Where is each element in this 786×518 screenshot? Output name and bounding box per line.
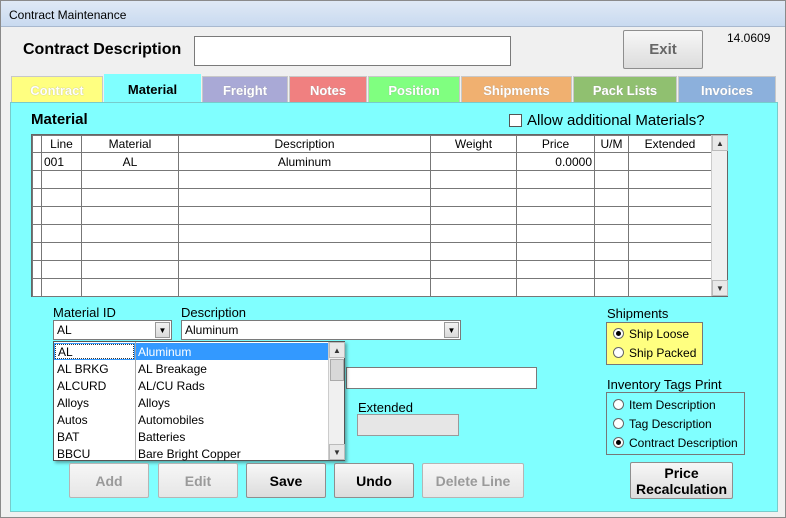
row-header-cell — [32, 135, 42, 153]
scroll-down-icon[interactable]: ▼ — [712, 280, 728, 296]
radio-icon[interactable] — [613, 418, 624, 429]
list-item[interactable]: Alloys Alloys — [54, 394, 328, 411]
chevron-down-icon[interactable]: ▼ — [444, 322, 459, 338]
description-combo[interactable]: Aluminum ▼ — [181, 320, 461, 340]
scroll-down-icon[interactable]: ▼ — [329, 444, 345, 460]
list-item[interactable]: ALCURD AL/CU Rads — [54, 377, 328, 394]
extended-label: Extended — [358, 400, 413, 415]
radio-icon[interactable] — [613, 347, 624, 358]
cell-weight[interactable] — [430, 152, 517, 171]
cell-um[interactable] — [594, 152, 629, 171]
title-bar: Contract Maintenance — [1, 1, 785, 27]
allow-additional-label: Allow additional Materials? — [527, 112, 705, 129]
contract-maintenance-window: Contract Maintenance Contract Descriptio… — [0, 0, 786, 518]
table-row[interactable] — [32, 170, 712, 189]
cell-material[interactable]: AL — [81, 152, 179, 171]
scroll-up-icon[interactable]: ▲ — [712, 135, 728, 151]
radio-selected-icon[interactable] — [613, 437, 624, 448]
col-header-material: Material — [81, 135, 179, 153]
extended-field — [357, 414, 459, 436]
col-header-line: Line — [41, 135, 82, 153]
material-grid[interactable]: Line Material Description Weight Price U… — [31, 134, 728, 297]
material-id-label: Material ID — [53, 305, 116, 320]
weight-field[interactable] — [346, 367, 537, 389]
undo-button[interactable]: Undo — [334, 463, 414, 498]
price-recalculation-button[interactable]: Price Recalculation — [630, 462, 733, 499]
tab-contract[interactable]: Contract — [11, 76, 103, 103]
table-row[interactable]: 001 AL Aluminum 0.0000 — [32, 152, 712, 171]
allow-additional-checkbox[interactable] — [509, 114, 522, 127]
contract-description-input[interactable] — [194, 36, 511, 66]
table-row[interactable] — [32, 188, 712, 207]
inventory-tags-label: Inventory Tags Print — [607, 377, 722, 392]
list-item[interactable]: AL BRKG AL Breakage — [54, 360, 328, 377]
edit-button[interactable]: Edit — [158, 463, 238, 498]
col-header-weight: Weight — [430, 135, 517, 153]
list-item[interactable]: AL Aluminum — [54, 343, 328, 360]
radio-icon[interactable] — [613, 399, 624, 410]
tab-freight[interactable]: Freight — [202, 76, 288, 103]
tab-notes[interactable]: Notes — [289, 76, 367, 103]
table-row[interactable] — [32, 278, 712, 297]
shipments-group: Ship Loose Ship Packed — [606, 322, 703, 365]
description-value: Aluminum — [185, 323, 239, 337]
tab-shipments[interactable]: Shipments — [461, 76, 572, 103]
delete-line-button[interactable]: Delete Line — [422, 463, 524, 498]
shipments-label: Shipments — [607, 306, 669, 321]
col-header-description: Description — [178, 135, 431, 153]
cell-line[interactable]: 001 — [41, 152, 82, 171]
list-item[interactable]: BAT Batteries — [54, 428, 328, 445]
chevron-down-icon[interactable]: ▼ — [155, 322, 170, 338]
scroll-up-icon[interactable]: ▲ — [329, 342, 345, 358]
description-label: Description — [181, 305, 247, 320]
table-row[interactable] — [32, 260, 712, 279]
window-title: Contract Maintenance — [9, 8, 127, 22]
contract-description-label: Contract Description — [23, 41, 182, 58]
list-scrollbar[interactable]: ▲ ▼ — [328, 342, 345, 460]
grid-scrollbar[interactable]: ▲ ▼ — [711, 135, 728, 296]
material-dropdown-list[interactable]: AL Aluminum AL BRKG AL Breakage ALCURD AL/… — [53, 341, 345, 461]
radio-selected-icon[interactable] — [613, 328, 624, 339]
item-description-radio[interactable]: Item Description — [613, 398, 716, 412]
material-heading: Material — [31, 111, 88, 128]
col-header-extended: Extended — [628, 135, 712, 153]
price-recalc-line1: Price — [664, 464, 699, 481]
scroll-thumb[interactable] — [330, 359, 344, 381]
table-row[interactable] — [32, 206, 712, 225]
add-button[interactable]: Add — [69, 463, 149, 498]
contract-description-radio[interactable]: Contract Description — [613, 436, 738, 450]
tag-description-radio[interactable]: Tag Description — [613, 417, 712, 431]
exit-button[interactable]: Exit — [623, 30, 703, 69]
material-id-value: AL — [57, 323, 72, 337]
tab-invoices[interactable]: Invoices — [678, 76, 776, 103]
list-item[interactable]: BBCU Bare Bright Copper — [54, 445, 328, 462]
version-label: 14.0609 — [727, 31, 771, 45]
save-button[interactable]: Save — [246, 463, 326, 498]
col-header-um: U/M — [594, 135, 629, 153]
list-divider — [135, 342, 136, 460]
tab-position[interactable]: Position — [368, 76, 460, 103]
list-item[interactable]: Autos Automobiles — [54, 411, 328, 428]
cell-description[interactable]: Aluminum — [178, 152, 431, 171]
ship-loose-radio[interactable]: Ship Loose — [613, 327, 689, 341]
table-row[interactable] — [32, 224, 712, 243]
price-recalc-line2: Recalculation — [635, 480, 728, 497]
cell-extended[interactable] — [628, 152, 712, 171]
col-header-price: Price — [516, 135, 595, 153]
material-id-combo[interactable]: AL ▼ — [53, 320, 172, 340]
tab-material[interactable]: Material — [104, 74, 201, 103]
cell-price[interactable]: 0.0000 — [516, 152, 595, 171]
table-row[interactable] — [32, 242, 712, 261]
tab-pack-lists[interactable]: Pack Lists — [573, 76, 677, 103]
ship-packed-radio[interactable]: Ship Packed — [613, 346, 696, 360]
inventory-tags-group: Item Description Tag Description Contrac… — [606, 392, 745, 455]
